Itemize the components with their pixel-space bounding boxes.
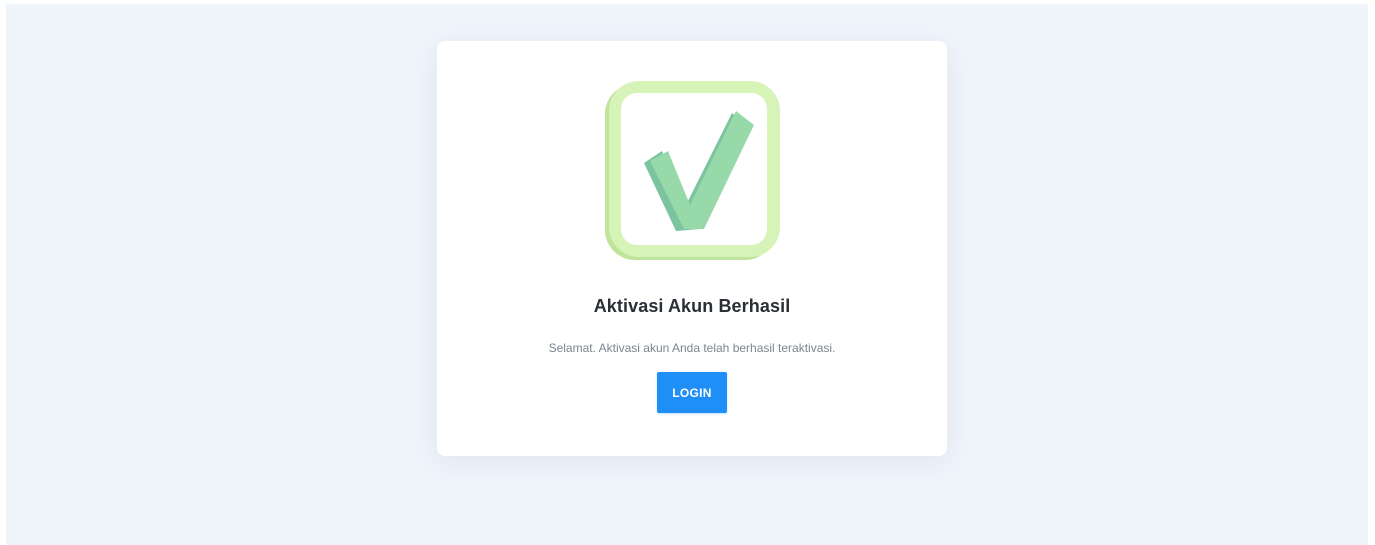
activation-card: Aktivasi Akun Berhasil Selamat. Aktivasi… — [437, 41, 947, 456]
login-button[interactable]: LOGIN — [657, 372, 727, 413]
checkmark-badge-icon — [604, 81, 782, 263]
page-title: Aktivasi Akun Berhasil — [593, 296, 791, 316]
success-message: Selamat. Aktivasi akun Anda telah berhas… — [548, 341, 836, 355]
